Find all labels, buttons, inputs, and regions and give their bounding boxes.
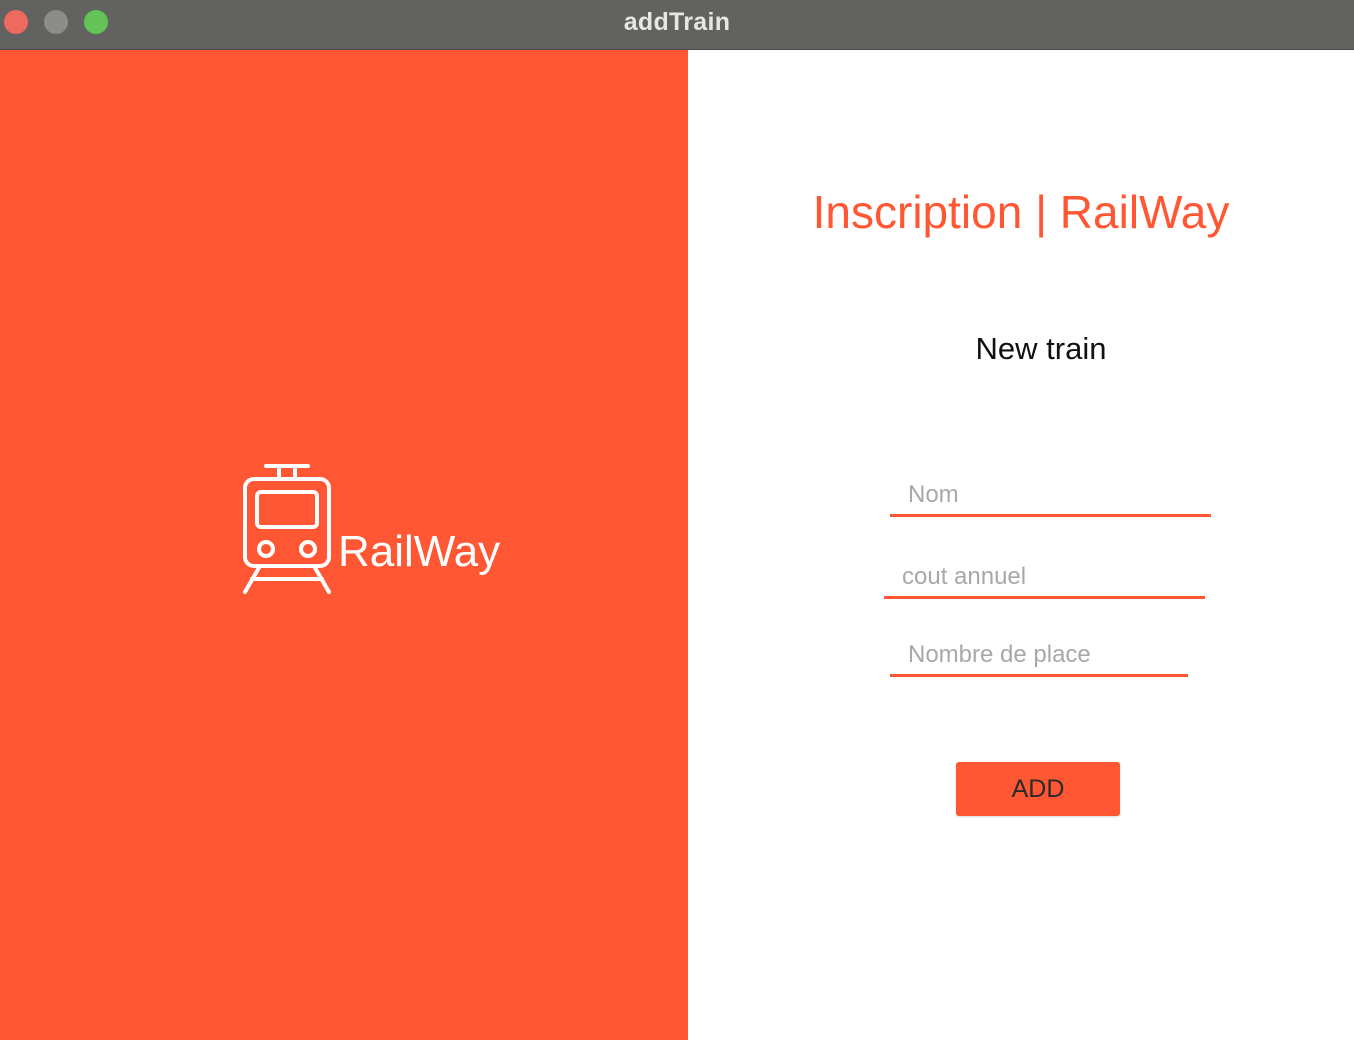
app-window: addTrain RailWay Inscription | RailWay N… [0, 0, 1354, 1040]
brand-name: RailWay [338, 527, 501, 576]
add-button[interactable]: ADD [956, 762, 1120, 816]
form-panel: Inscription | RailWay New train ADD [688, 50, 1354, 1040]
train-icon [243, 464, 331, 594]
app-heading: Inscription | RailWay [688, 184, 1354, 240]
cout-annuel-input[interactable] [884, 557, 1205, 599]
title-bar: addTrain [0, 0, 1354, 50]
form-title: New train [975, 331, 1107, 366]
brand-logo: RailWay [240, 462, 520, 602]
brand-panel: RailWay [0, 50, 688, 1040]
nom-input[interactable] [890, 475, 1211, 517]
nombre-de-place-input[interactable] [890, 635, 1188, 677]
window-title: addTrain [623, 8, 731, 36]
app-heading-text: Inscription | RailWay [812, 186, 1230, 238]
